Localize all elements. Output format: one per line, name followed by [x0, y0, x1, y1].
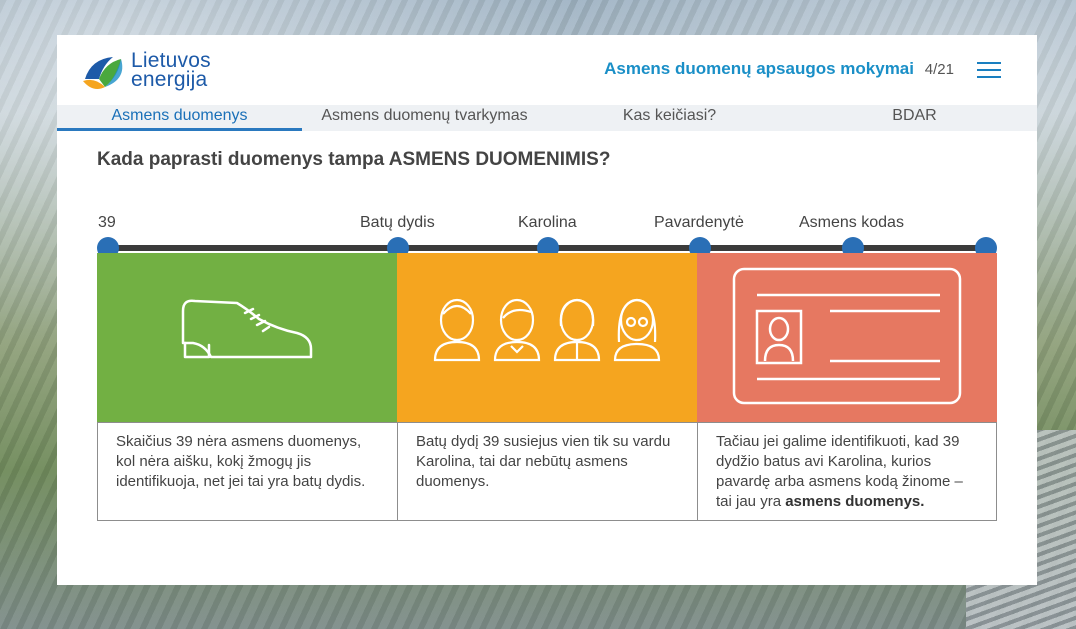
timeline-label-batu-dydis: Batų dydis	[360, 214, 435, 231]
hamburger-icon[interactable]	[977, 62, 1001, 78]
panel-people	[397, 253, 697, 423]
page-counter: 4/21	[924, 61, 954, 78]
tab-bar: Asmens duomenys Asmens duomenų tvarkymas…	[57, 105, 1037, 131]
tab-kas-keiciasi[interactable]: Kas keičiasi?	[547, 105, 792, 131]
desc-id-card-bold: asmens duomenys.	[785, 493, 925, 510]
timeline-label-pavardenyte: Pavardenytė	[654, 214, 744, 231]
logo-mark-icon	[83, 57, 123, 89]
panel-shoe	[97, 253, 397, 423]
logo: Lietuvos energija	[81, 49, 231, 95]
course-title: Asmens duomenų apsaugos mokymai	[604, 59, 914, 78]
desc-people-text: Batų dydį 39 susiejus vien tik su vardu …	[416, 433, 671, 490]
logo-line2: energija	[131, 68, 208, 91]
desc-id-card: Tačiau jei galime identifikuoti, kad 39 …	[697, 422, 997, 521]
id-card-icon	[732, 267, 962, 405]
timeline-label-asmens-kodas: Asmens kodas	[799, 214, 904, 231]
shoe-icon	[181, 299, 313, 359]
panel-id-card	[697, 253, 997, 423]
people-icon	[433, 298, 661, 362]
question-heading: Kada paprasti duomenys tampa ASMENS DUOM…	[97, 149, 611, 170]
desc-shoe: Skaičius 39 nėra asmens duomenys, kol nė…	[97, 422, 398, 521]
slide-card: Lietuvos energija Asmens duomenų apsaugo…	[57, 35, 1037, 585]
tab-asmens-duomenys[interactable]: Asmens duomenys	[57, 105, 302, 131]
desc-shoe-text: Skaičius 39 nėra asmens duomenys, kol nė…	[116, 433, 366, 490]
timeline-label-39: 39	[98, 214, 116, 231]
desc-people: Batų dydį 39 susiejus vien tik su vardu …	[397, 422, 698, 521]
tab-bdar[interactable]: BDAR	[792, 105, 1037, 131]
tab-asmens-duomenu-tvarkymas[interactable]: Asmens duomenų tvarkymas	[302, 105, 547, 131]
timeline-label-karolina: Karolina	[518, 214, 577, 231]
